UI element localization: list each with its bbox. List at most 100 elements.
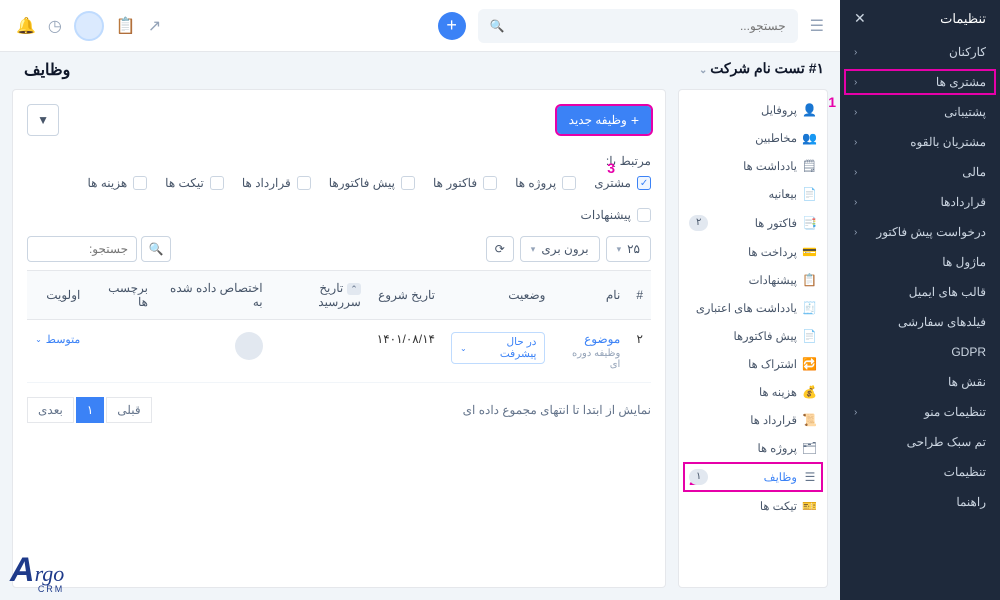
col-header[interactable]: نام [553,271,628,320]
tab-اشتراک ها[interactable]: 🔁اشتراک ها [679,350,827,378]
filter-checkbox[interactable]: فاکتور ها [433,176,497,190]
share-icon[interactable]: ↗ [148,16,161,36]
new-task-button[interactable]: +وظیفه جدید [557,106,651,134]
avatar[interactable] [74,11,104,41]
bell-icon[interactable]: 🔔 [16,16,36,36]
refresh-button[interactable]: ⟳ [486,236,514,262]
col-header[interactable]: ⌃تاریخ سررسید [271,271,369,320]
chevron-left-icon: ‹ [854,77,857,88]
tab-icon: 🔁 [803,357,817,371]
count-badge: ۱ [689,469,708,485]
sidebar-item[interactable]: مشتریان بالقوه‹ [840,127,1000,157]
sidebar-item[interactable]: GDPR [840,337,1000,367]
tab-icon: 🗒 [803,159,817,173]
task-subline: وظیفه دوره ای [561,348,620,370]
filter-checkbox[interactable]: قرارداد ها [242,176,311,190]
priority-value[interactable]: متوسط⌄ [35,333,80,346]
tab-icon: 👤 [803,103,817,117]
sidebar-item[interactable]: درخواست پیش فاکتور‹ [840,217,1000,247]
topbar: ☰ 🔍 + ↗ 📋 ◷ 🔔 [0,0,840,52]
tab-icon: 💳 [803,245,817,259]
export-button[interactable]: برون بری▾ [520,236,600,262]
tab-icon: 📜 [803,413,817,427]
tab-پیشنهادات[interactable]: 📋پیشنهادات [679,266,827,294]
table-search-input[interactable] [27,236,137,262]
col-header[interactable]: برچسب ها [88,271,156,320]
chevron-left-icon: ‹ [854,107,857,118]
filter-button[interactable]: ▼ [27,104,59,136]
tab-هزینه ها[interactable]: 💰هزینه ها [679,378,827,406]
filter-checkbox[interactable]: تیکت ها [165,176,224,190]
sidebar-item[interactable]: ماژول ها [840,247,1000,277]
table-search-icon[interactable]: 🔍 [141,236,171,262]
sort-icon: ⌃ [347,283,361,295]
tab-icon: 💰 [803,385,817,399]
tab-icon: 🎫 [803,499,817,513]
clock-icon[interactable]: ◷ [48,16,62,36]
customer-tabs: 👤پروفایل👥مخاطبین🗒یادداشت ها📄بیعانیه📑فاکت… [678,89,828,588]
chevron-left-icon: ‹ [854,227,857,238]
col-header[interactable]: # [628,271,651,320]
tasks-table: #ناموضعیتتاریخ شروع⌃تاریخ سررسیداختصاص د… [27,270,651,383]
tab-قرارداد ها[interactable]: 📜قرارداد ها [679,406,827,434]
chevron-left-icon: ‹ [854,167,857,178]
sidebar-item[interactable]: قراردادها‹ [840,187,1000,217]
sidebar-item[interactable]: تنظیمات [840,457,1000,487]
tab-یادداشت ها[interactable]: 🗒یادداشت ها [679,152,827,180]
filter-checkbox[interactable]: پیش فاکتورها [329,176,415,190]
tab-icon: 📄 [803,187,817,201]
related-filter: مرتبط با: ✓مشتری پروژه ها فاکتور ها پیش فاک… [27,154,651,222]
filter-checkbox[interactable]: پیشنهادات [581,208,651,222]
pagination: قبلی ۱ بعدی [27,397,152,423]
tab-پرداخت ها[interactable]: 💳پرداخت ها [679,238,827,266]
assignee-avatar[interactable] [235,332,263,360]
tab-یادداشت های اعتباری[interactable]: 🧾یادداشت های اعتباری [679,294,827,322]
page-1[interactable]: ۱ [76,397,104,423]
menu-icon[interactable]: ☰ [810,16,824,36]
status-badge[interactable]: در حال پیشرفت⌄ [451,332,545,364]
search-icon: 🔍 [490,19,505,33]
tab-پیش فاکتورها[interactable]: 📄پیش فاکتورها [679,322,827,350]
count-badge: ۲ [689,215,708,231]
tab-فاکتور ها[interactable]: 📑فاکتور ها۲ [679,208,827,238]
prev-page[interactable]: قبلی [106,397,151,423]
tab-تیکت ها[interactable]: 🎫تیکت ها [679,492,827,520]
tab-پروفایل[interactable]: 👤پروفایل [679,96,827,124]
search-input[interactable] [505,19,786,33]
col-header[interactable]: تاریخ شروع [369,271,443,320]
tab-مخاطبین[interactable]: 👥مخاطبین [679,124,827,152]
task-subject[interactable]: موضوع [561,332,620,346]
filter-checkbox[interactable]: ✓مشتری [594,176,651,190]
sidebar-item[interactable]: قالب های ایمیل [840,277,1000,307]
tab-بیعانیه[interactable]: 📄بیعانیه [679,180,827,208]
close-icon[interactable]: ✕ [854,10,866,27]
global-search[interactable]: 🔍 [478,9,798,43]
col-header[interactable]: اختصاص داده شده به [156,271,271,320]
sidebar-item[interactable]: راهنما [840,487,1000,517]
sidebar-item[interactable]: فیلدهای سفارشی [840,307,1000,337]
table-row[interactable]: ۲ موضوع وظیفه دوره ای در حال پیشرفت⌄ ۱۴۰… [27,320,651,383]
sidebar-item[interactable]: کارکنان‹ [840,37,1000,67]
chevron-left-icon: ‹ [854,137,857,148]
col-header[interactable]: وضعیت [443,271,553,320]
sidebar-item[interactable]: مشتری ها‹ [840,67,1000,97]
sidebar-item[interactable]: تنظیمات منو‹ [840,397,1000,427]
sidebar-header: تنظیمات ✕ [840,0,1000,37]
filter-checkbox[interactable]: پروژه ها [515,176,576,190]
clipboard-icon[interactable]: 📋 [116,16,136,36]
col-header[interactable]: اولویت [27,271,88,320]
tab-icon: 📄 [803,329,817,343]
next-page[interactable]: بعدی [27,397,74,423]
sidebar-item[interactable]: تم سبک طراحی [840,427,1000,457]
sidebar-item[interactable]: مالی‹ [840,157,1000,187]
tab-پروژه ها[interactable]: 🗂پروژه ها [679,434,827,462]
customer-name: #۱ تست نام شرکت [710,60,824,76]
chevron-left-icon: ‹ [854,407,857,418]
sidebar-item[interactable]: پشتیبانی‹ [840,97,1000,127]
sidebar-item[interactable]: نقش ها [840,367,1000,397]
page-size-select[interactable]: ۲۵▾ [606,236,651,262]
filter-checkbox[interactable]: هزینه ها [88,176,148,190]
related-label: مرتبط با: [27,154,651,168]
tab-وظایف[interactable]: ☰وظایف۱ [679,462,827,492]
add-button[interactable]: + [438,12,466,40]
